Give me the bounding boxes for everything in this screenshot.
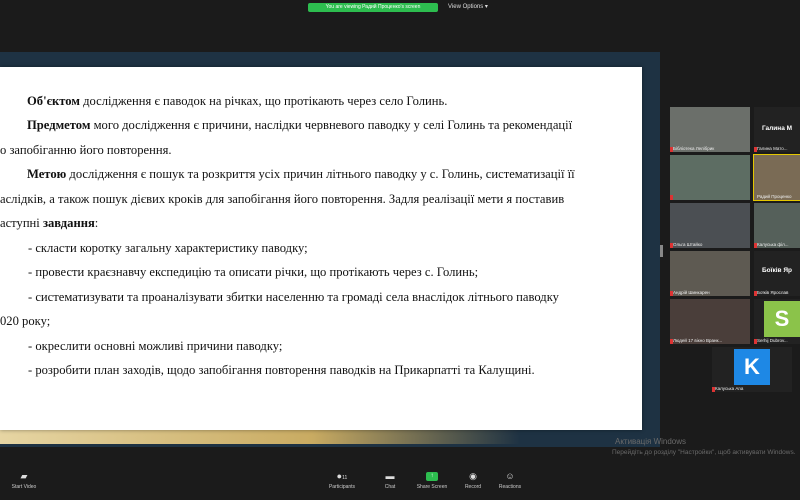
participant-name: Бібліотека Лелібрик: [673, 146, 715, 151]
slide-list-item: - скласти коротку загальну характеристик…: [28, 241, 308, 255]
reactions-button[interactable]: ☺ Reactions: [488, 471, 532, 491]
slide-text: дослідження є паводок на річках, що прот…: [79, 94, 448, 108]
participant-tile[interactable]: Бібліотека Лелібрик: [670, 107, 750, 152]
slide-paragraph: о запобіганню його повторення.: [0, 143, 172, 158]
toolbar-label: Share Screen: [416, 484, 448, 490]
slide-bold-term: Метою: [27, 167, 67, 181]
slide-paragraph: Об'єктом дослідження є паводок на річках…: [27, 94, 447, 109]
participant-name: Боїків Ярослав: [757, 290, 789, 295]
toolbar-label: Participants: [328, 484, 356, 490]
participant-name: Калуська Ana: [715, 386, 744, 391]
slide-list-item: - розробити план заходів, щодо запобіган…: [28, 363, 535, 377]
video-camera-icon: ▰: [20, 471, 28, 481]
participant-tile[interactable]: [670, 155, 750, 200]
windows-activation-hint: Перейдіть до розділу "Настройки", щоб ак…: [612, 449, 796, 456]
slide-paragraph: аступні завдання:: [0, 216, 98, 231]
toolbar-label: Reactions: [498, 484, 522, 490]
participants-button[interactable]: ●11 Participants: [320, 471, 364, 491]
chat-icon: ▬: [385, 471, 395, 481]
participant-name: Радий Проценко: [757, 194, 792, 199]
slide-text: дослідження є пошук та розкриття усіх пр…: [66, 167, 575, 181]
meeting-top-bar: You are viewing Радий Проценко's screen …: [0, 0, 800, 14]
start-video-button[interactable]: ▰ Start Video: [2, 471, 46, 491]
slide-paragraph: аслідків, а також пошук дієвих кроків дл…: [0, 192, 564, 207]
slide-list-item: - провести краєзнавчу експедицію та опис…: [28, 265, 479, 279]
slide-list-item: 020 року;: [0, 314, 51, 328]
slide-text: мого дослідження є причини, наслідки чер…: [90, 118, 573, 132]
participants-icon: ●11: [336, 471, 348, 482]
participant-name: Галина Мато...: [757, 146, 788, 151]
windows-activation-watermark: Активація Windows: [615, 437, 687, 446]
slide-text: о запобіганню його повторення.: [0, 143, 172, 157]
slide-text: аслідків, а також пошук дієвих кроків дл…: [0, 192, 565, 206]
participant-name: Калуська філ...: [757, 242, 789, 247]
slide-text: :: [94, 216, 99, 230]
slide-paragraph: Предметом мого дослідження є причини, на…: [27, 118, 572, 133]
slide-list-item: - систематизувати та проаналізувати збит…: [28, 290, 559, 304]
muted-mic-icon: [670, 195, 673, 200]
gallery-scroll-handle[interactable]: [660, 245, 663, 257]
participant-big-name: Галина М: [761, 125, 793, 132]
slide-bold-term: завдання: [42, 216, 95, 230]
participant-tile[interactable]: S Serhij Dubrov...: [754, 299, 800, 344]
participant-tile-active-speaker[interactable]: Радий Проценко: [753, 154, 800, 201]
slide-list-item: - окреслити основні можливі причини паво…: [28, 339, 283, 353]
participant-tile[interactable]: Ольга Штайко: [670, 203, 750, 248]
participant-tile[interactable]: Галина М Галина Мато...: [754, 107, 800, 152]
participant-tile[interactable]: Боїків Яр Боїків Ярослав: [754, 251, 800, 296]
slide-bold-term: Предметом: [27, 118, 91, 132]
participant-tile[interactable]: K Калуська Ana: [712, 347, 792, 392]
share-screen-icon: ↑: [426, 472, 438, 481]
meeting-toolbar: ▰ Start Video ●11 Participants ▬ Chat ↑ …: [0, 466, 800, 500]
toolbar-label: Chat: [384, 484, 396, 490]
participant-gallery: Бібліотека Лелібрик Галина М Галина Мато…: [668, 105, 800, 395]
view-options-button[interactable]: View Options ▾: [448, 3, 488, 12]
slide-paragraph: Метою дослідження є пошук та розкриття у…: [27, 167, 575, 182]
avatar: S: [764, 301, 800, 337]
participant-tile[interactable]: Андрій Шинкарен: [670, 251, 750, 296]
participant-name: Ольга Штайко: [673, 242, 703, 247]
participant-name: Андрій Шинкарен: [673, 290, 710, 295]
smiley-icon: ☺: [505, 471, 515, 481]
slide-text: аступні: [0, 216, 43, 230]
chat-button[interactable]: ▬ Chat: [368, 471, 412, 491]
participant-tile[interactable]: Людей 17 вікно Вранк...: [670, 299, 750, 344]
toolbar-label: Start Video: [11, 484, 37, 490]
avatar: K: [734, 349, 770, 385]
slide-bold-term: Об'єктом: [27, 94, 80, 108]
participants-count: 11: [342, 475, 348, 481]
participant-name: Людей 17 вікно Вранк...: [673, 338, 723, 343]
participant-big-name: Боїків Яр: [762, 267, 792, 274]
participant-tile[interactable]: Калуська філ...: [754, 203, 800, 248]
share-screen-button[interactable]: ↑ Share Screen: [410, 472, 454, 490]
participant-name: Serhij Dubrov...: [757, 338, 788, 343]
record-icon: ◉: [469, 471, 477, 481]
shared-slide: Об'єктом дослідження є паводок на річках…: [0, 67, 642, 430]
screen-share-banner: You are viewing Радий Проценко's screen: [308, 3, 438, 12]
